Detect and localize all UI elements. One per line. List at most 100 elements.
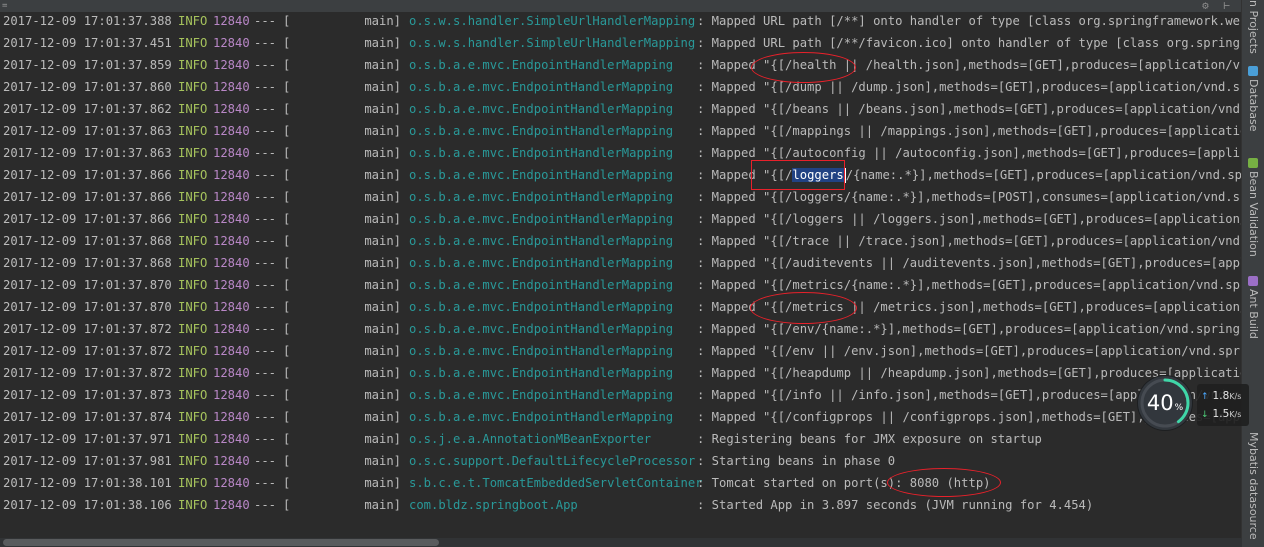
log-message: : Mapped "{[/auditevents || /auditevents… (697, 256, 1242, 270)
tab-projects[interactable]: n Projects (1242, 0, 1264, 56)
log-message: : Mapped URL path [/**] onto handler of … (697, 14, 1242, 28)
log-logger-name: o.s.b.a.e.mvc.EndpointHandlerMapping (409, 212, 674, 226)
log-separator: --- (254, 36, 277, 50)
log-timestamp: 2017-12-09 17:01:37.866 (3, 190, 172, 204)
log-message: : Mapped "{[/autoconfig || /autoconfig.j… (697, 146, 1242, 160)
log-logger-name: o.s.b.a.e.mvc.EndpointHandlerMapping (409, 168, 674, 182)
log-level: INFO (178, 300, 208, 314)
log-timestamp: 2017-12-09 17:01:37.451 (3, 36, 172, 50)
log-timestamp: 2017-12-09 17:01:37.981 (3, 454, 172, 468)
log-level: INFO (178, 234, 208, 248)
log-thread-bracket: [ (283, 454, 291, 468)
log-thread-bracket: [ (283, 388, 291, 402)
scrollbar-thumb[interactable] (3, 539, 439, 546)
log-logger-name: o.s.w.s.handler.SimpleUrlHandlerMapping (409, 14, 696, 28)
log-separator: --- (254, 256, 277, 270)
log-timestamp: 2017-12-09 17:01:37.860 (3, 80, 172, 94)
tab-database[interactable]: Database (1242, 66, 1264, 140)
log-pid: 12840 (213, 454, 250, 468)
log-separator: --- (254, 102, 277, 116)
log-thread-name: main] (364, 388, 401, 402)
log-thread-bracket: [ (283, 498, 291, 512)
log-thread-bracket: [ (283, 58, 291, 72)
console-output[interactable]: 2017-12-09 17:01:37.388 INFO 12840 --- [ main… (0, 10, 1242, 538)
log-logger-name: o.s.b.a.e.mvc.EndpointHandlerMapping (409, 322, 674, 336)
log-pid: 12840 (213, 102, 250, 116)
tab-bean-validation[interactable]: Bean Validation (1242, 158, 1264, 262)
log-pid: 12840 (213, 256, 250, 270)
tab-ant-build[interactable]: Ant Build (1242, 276, 1264, 350)
network-speed-widget[interactable]: 40% ↑ 1.8K/s ↓ 1.5K/s (1137, 376, 1249, 432)
cpu-percent-unit: % (1174, 402, 1184, 413)
log-timestamp: 2017-12-09 17:01:37.872 (3, 366, 172, 380)
log-timestamp: 2017-12-09 17:01:37.873 (3, 388, 172, 402)
log-separator: --- (254, 190, 277, 204)
log-thread-bracket: [ (283, 80, 291, 94)
upload-unit: K/s (1229, 392, 1242, 401)
log-pid: 12840 (213, 476, 250, 490)
tab-mybatis-datasource[interactable]: Mybatis datasource (1242, 432, 1264, 544)
log-thread-bracket: [ (283, 410, 291, 424)
log-timestamp: 2017-12-09 17:01:37.863 (3, 146, 172, 160)
log-timestamp: 2017-12-09 17:01:38.106 (3, 498, 172, 512)
log-logger-name: o.s.b.a.e.mvc.EndpointHandlerMapping (409, 256, 674, 270)
log-thread: [main] (283, 98, 401, 120)
log-message: : Mapped "{[/trace || /trace.json],metho… (697, 234, 1242, 248)
log-message: : Starting beans in phase 0 (697, 454, 896, 468)
log-thread-bracket: [ (283, 36, 291, 50)
log-thread-name: main] (364, 410, 401, 424)
log-level: INFO (178, 366, 208, 380)
horizontal-scrollbar[interactable] (0, 538, 1242, 547)
log-message: : Mapped "{[/loggers/{name:.*}],methods=… (697, 190, 1242, 204)
log-thread: [ main] (283, 406, 401, 428)
log-thread-bracket: [ (283, 212, 291, 226)
log-thread-name: main] (364, 300, 401, 314)
log-thread: [main] (283, 186, 401, 208)
log-message-part: : Mapped "{[/ (697, 168, 793, 182)
log-thread-bracket: [ (283, 278, 291, 292)
log-thread-name: main] (364, 278, 401, 292)
log-logger-name: o.s.b.a.e.mvc.EndpointHandlerMapping (409, 146, 674, 160)
log-level: INFO (178, 410, 208, 424)
log-thread-bracket: [ (283, 344, 291, 358)
log-logger-name: o.s.b.a.e.mvc.EndpointHandlerMapping (409, 344, 674, 358)
log-separator: --- (254, 234, 277, 248)
log-message: : Registering beans for JMX exposure on … (697, 432, 1042, 446)
log-level: INFO (178, 146, 208, 160)
log-logger-name: o.s.w.s.handler.SimpleUrlHandlerMapping (409, 36, 696, 50)
log-thread-name: main] (364, 344, 401, 358)
tab-ant-build-label: Ant Build (1247, 289, 1260, 339)
log-thread: [main] (283, 252, 401, 274)
log-thread-bracket: [ (283, 476, 291, 490)
log-thread-name: main] (364, 498, 401, 512)
log-thread-name: main] (364, 454, 401, 468)
log-pid: 12840 (213, 124, 250, 138)
tab-mybatis-label: Mybatis datasource (1247, 432, 1260, 540)
log-logger-name: o.s.b.a.e.mvc.EndpointHandlerMapping (409, 388, 674, 402)
log-separator: --- (254, 344, 277, 358)
upload-speed: ↑ 1.8K/s (1201, 388, 1241, 404)
log-thread-name: main] (364, 432, 401, 446)
log-level: INFO (178, 278, 208, 292)
log-separator: --- (254, 388, 277, 402)
log-thread: [main] (283, 230, 401, 252)
selected-text[interactable]: loggers (792, 168, 844, 182)
cpu-gauge: 40% (1138, 376, 1192, 430)
log-level: INFO (178, 322, 208, 336)
log-timestamp: 2017-12-09 17:01:37.870 (3, 300, 172, 314)
log-thread-name: main] (364, 124, 401, 138)
log-level: INFO (178, 102, 208, 116)
log-pid: 12840 (213, 498, 250, 512)
log-separator: --- (254, 476, 277, 490)
log-logger-name: o.s.b.a.e.mvc.EndpointHandlerMapping (409, 278, 674, 292)
log-message: : Mapped URL path [/**/favicon.ico] onto… (697, 36, 1242, 50)
log-thread: [ main] (283, 450, 401, 472)
log-thread: [main] (283, 472, 401, 494)
cpu-percent-readout: 40% (1138, 376, 1192, 430)
log-level: INFO (178, 388, 208, 402)
log-timestamp: 2017-12-09 17:01:37.388 (3, 14, 172, 28)
log-level: INFO (178, 432, 208, 446)
log-level: INFO (178, 14, 208, 28)
log-level: INFO (178, 454, 208, 468)
log-thread-name: main] (364, 212, 401, 226)
